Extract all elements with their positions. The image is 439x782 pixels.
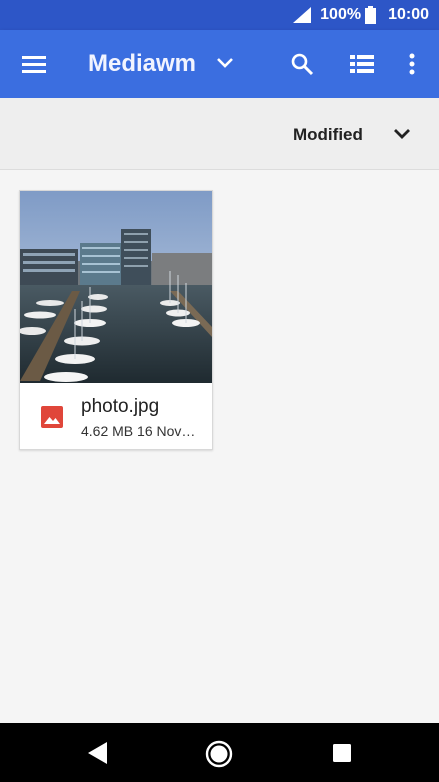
search-button[interactable] [282, 44, 322, 84]
more-options-button[interactable] [396, 44, 428, 84]
page-title[interactable]: Mediawm [88, 50, 196, 78]
recents-button[interactable] [324, 735, 360, 771]
clock: 10:00 [388, 6, 429, 23]
recents-icon [333, 744, 351, 762]
sort-direction-button[interactable] [388, 120, 416, 148]
image-file-icon [41, 406, 63, 428]
harbor-photo-thumbnail [20, 191, 212, 383]
navigation-bar [0, 723, 439, 782]
menu-button[interactable] [14, 44, 54, 84]
app-bar: Mediawm [0, 30, 439, 98]
battery-icon [365, 6, 377, 24]
file-thumbnail[interactable] [20, 191, 212, 383]
status-bar: 100% 10:00 [0, 0, 439, 30]
search-icon [291, 53, 314, 76]
battery-percentage: 100% [320, 6, 362, 23]
home-icon [205, 740, 233, 768]
list-view-button[interactable] [342, 44, 382, 84]
chevron-down-icon [217, 58, 233, 68]
menu-icon [22, 56, 46, 73]
title-dropdown-button[interactable] [212, 50, 238, 76]
back-button[interactable] [80, 735, 116, 771]
list-view-icon [350, 55, 374, 73]
sort-label[interactable]: Modified [293, 125, 363, 145]
file-name: photo.jpg [81, 396, 160, 417]
signal-icon [293, 7, 312, 23]
home-button[interactable] [200, 735, 238, 773]
sort-bar: Modified [0, 98, 439, 170]
more-vert-icon [409, 53, 415, 75]
file-card[interactable]: photo.jpg 4.62 MB 16 Nov… [19, 190, 213, 450]
back-icon [88, 742, 107, 764]
file-info[interactable]: photo.jpg 4.62 MB 16 Nov… [20, 383, 212, 449]
chevron-down-icon [394, 129, 410, 139]
file-meta: 4.62 MB 16 Nov… [81, 423, 196, 439]
